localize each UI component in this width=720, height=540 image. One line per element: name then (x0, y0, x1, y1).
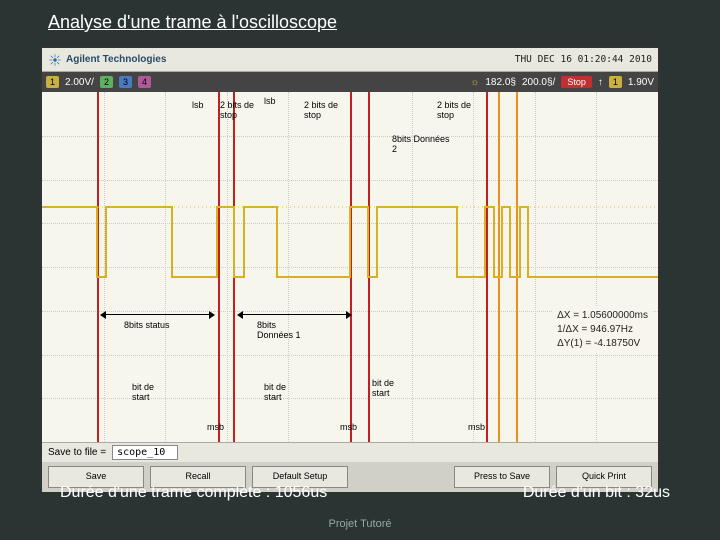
meas-invdx: 1/ΔX = 946.97Hz (557, 323, 648, 337)
ch1-vdiv: 2.00V/ (65, 77, 94, 88)
timestamp: THU DEC 16 01:20:44 2010 (515, 54, 652, 65)
caption-frame-duration: Durée d'une trame complète : 1056us (60, 484, 327, 502)
save-label: Save to file = (48, 447, 106, 458)
save-bar: Save to file = scope_10 (42, 442, 658, 462)
label-8bits-data1: 8bits Données 1 (257, 320, 313, 340)
label-2bits-stop-1: 2 bits de stop (220, 100, 262, 120)
label-lsb-2: lsb (264, 96, 276, 106)
label-2bits-stop-3: 2 bits de stop (437, 100, 479, 120)
waveform-area: lsb 2 bits de stop lsb 2 bits de stop 2 … (42, 92, 658, 442)
measurement-readout: ΔX = 1.05600000ms 1/ΔX = 946.97Hz ΔY(1) … (553, 307, 652, 353)
caption-bit-duration: Durée d'un bit : 32us (523, 484, 670, 502)
label-bit-start-1: bit de start (132, 382, 172, 402)
trigger-edge-icon: ↑ (598, 77, 603, 88)
slide-footer: Projet Tutoré (0, 518, 720, 530)
trigger-level: 1.90V (628, 77, 654, 88)
span-data1 (237, 308, 352, 316)
time-div: 200.0§/ (522, 77, 555, 88)
label-lsb-1: lsb (192, 100, 204, 110)
trigger-ch: 1 (609, 76, 622, 88)
run-status: Stop (561, 76, 592, 88)
agilent-logo: Agilent Technologies (48, 53, 166, 67)
label-8bits-data2: 8bits Données 2 (392, 134, 452, 154)
ch1-badge: 1 (46, 76, 59, 88)
label-8bits-status: 8bits status (124, 320, 170, 330)
softkey-empty (354, 466, 448, 488)
slide-title: Analyse d'une trame à l'oscilloscope (48, 12, 337, 33)
label-bit-start-3: bit de start (372, 378, 412, 398)
ch4-badge: 4 (138, 76, 151, 88)
span-status (100, 308, 215, 316)
save-filename[interactable]: scope_10 (112, 445, 178, 460)
oscilloscope-screenshot: Agilent Technologies THU DEC 16 01:20:44… (40, 46, 660, 481)
label-msb-2: msb (340, 422, 357, 432)
scope-header: Agilent Technologies THU DEC 16 01:20:44… (42, 48, 658, 72)
label-msb-1: msb (207, 422, 224, 432)
ch3-badge: 3 (119, 76, 132, 88)
brightness-icon: ☼ (470, 77, 479, 88)
label-2bits-stop-2: 2 bits de stop (304, 100, 346, 120)
label-bit-start-2: bit de start (264, 382, 304, 402)
info-bar: 1 2.00V/ 2 3 4 ☼ 182.0§ 200.0§/ Stop ↑ 1… (42, 72, 658, 92)
ch2-badge: 2 (100, 76, 113, 88)
time-offset: 182.0§ (485, 77, 516, 88)
meas-dy: ΔY(1) = -4.18750V (557, 337, 648, 351)
agilent-burst-icon (48, 53, 62, 67)
label-msb-3: msb (468, 422, 485, 432)
meas-dx: ΔX = 1.05600000ms (557, 309, 648, 323)
brand-label: Agilent Technologies (66, 54, 166, 65)
